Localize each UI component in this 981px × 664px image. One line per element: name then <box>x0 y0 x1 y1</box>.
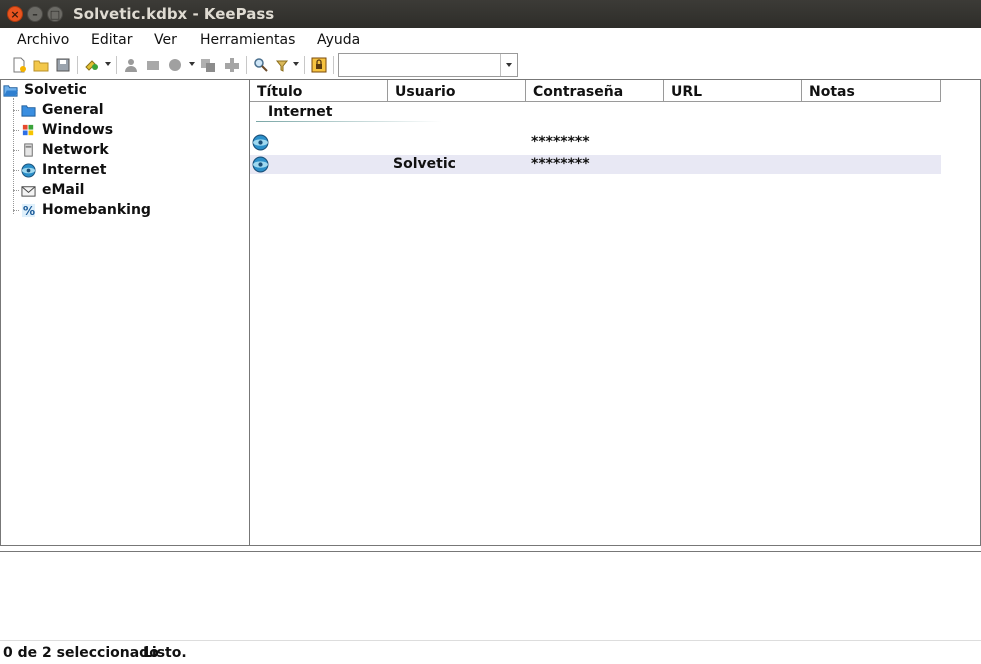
entry-row[interactable]: ******** <box>250 133 941 152</box>
open-folder-icon <box>3 85 18 97</box>
toolbar-separator <box>77 56 78 74</box>
entry-list[interactable]: Título Usuario Contraseña URL Notas Inte… <box>250 79 981 546</box>
entry-user: Solvetic <box>393 156 456 172</box>
window-minimize-button[interactable]: – <box>27 6 43 22</box>
open-url-icon[interactable] <box>167 57 183 73</box>
globe-icon <box>252 134 269 151</box>
tree-connector <box>13 130 19 131</box>
entries-filter-icon[interactable] <box>275 57 291 73</box>
save-icon[interactable] <box>55 57 71 73</box>
copy-entry-icon[interactable] <box>200 57 216 73</box>
copy-username-icon[interactable] <box>123 57 139 73</box>
toolbar-separator <box>246 56 247 74</box>
status-state: Listo. <box>143 645 187 661</box>
envelope-icon <box>21 186 36 197</box>
lock-workspace-icon[interactable] <box>311 57 327 73</box>
tree-root-label: Solvetic <box>24 82 87 98</box>
entry-password: ******** <box>531 134 590 150</box>
toolbar-separator <box>116 56 117 74</box>
menu-ver[interactable]: Ver <box>154 32 177 48</box>
add-entry-icon[interactable] <box>84 57 100 73</box>
entries-filter-dropdown-icon[interactable] <box>293 62 299 66</box>
tree-group-label: General <box>42 102 104 118</box>
group-tree[interactable]: Solvetic General Windows Network Interne… <box>0 79 250 546</box>
window-title: Solvetic.kdbx - KeePass <box>73 5 275 23</box>
tree-connector <box>13 210 19 211</box>
toolbar-separator <box>333 56 334 74</box>
entry-row[interactable]: Solvetic ******** <box>250 155 941 174</box>
quick-search-combo[interactable] <box>338 53 518 77</box>
column-header-password[interactable]: Contraseña <box>526 80 664 102</box>
tree-group-label: eMail <box>42 182 85 198</box>
open-database-icon[interactable] <box>33 57 49 73</box>
toolbar-separator <box>304 56 305 74</box>
list-group-divider <box>256 121 442 122</box>
entry-details-panel[interactable] <box>0 551 981 641</box>
find-icon[interactable] <box>253 57 269 73</box>
column-header-user[interactable]: Usuario <box>388 80 526 102</box>
globe-icon <box>252 156 269 173</box>
menu-herramientas[interactable]: Herramientas <box>200 32 295 48</box>
server-icon <box>24 143 33 157</box>
status-bar: 0 de 2 seleccionado Listo. <box>0 641 981 664</box>
svg-text:%: % <box>23 204 35 218</box>
menu-editar[interactable]: Editar <box>91 32 132 48</box>
quick-search-dropdown-button[interactable] <box>500 54 517 76</box>
tree-connector <box>13 150 19 151</box>
window-maximize-button[interactable]: □ <box>47 6 63 22</box>
menu-bar: Archivo Editar Ver Herramientas Ayuda <box>0 28 981 52</box>
entry-password: ******** <box>531 156 590 172</box>
perform-autotype-icon[interactable] <box>224 57 240 73</box>
tree-group-label: Internet <box>42 162 107 178</box>
open-url-dropdown-icon[interactable] <box>189 62 195 66</box>
globe-icon <box>21 163 36 178</box>
tree-connector <box>13 98 14 214</box>
copy-password-icon[interactable] <box>145 57 161 73</box>
tree-connector <box>13 110 19 111</box>
tree-connector <box>13 190 19 191</box>
windows-logo-icon <box>22 124 34 136</box>
folder-icon <box>21 105 36 117</box>
tree-group-label: Network <box>42 142 109 158</box>
window-close-button[interactable]: × <box>7 6 23 22</box>
new-database-icon[interactable] <box>11 57 27 73</box>
list-group-header: Internet <box>268 104 333 120</box>
column-header-title[interactable]: Título <box>250 80 388 102</box>
menu-ayuda[interactable]: Ayuda <box>317 32 360 48</box>
status-selection: 0 de 2 seleccionado <box>3 645 159 661</box>
column-header-notes[interactable]: Notas <box>802 80 941 102</box>
add-entry-dropdown-icon[interactable] <box>105 62 111 66</box>
percent-icon: % <box>21 203 35 218</box>
tree-group-label: Homebanking <box>42 202 151 218</box>
column-header-url[interactable]: URL <box>664 80 802 102</box>
tree-connector <box>13 170 19 171</box>
menu-archivo[interactable]: Archivo <box>17 32 69 48</box>
title-bar: × – □ Solvetic.kdbx - KeePass <box>0 0 981 28</box>
tree-group-label: Windows <box>42 122 114 138</box>
